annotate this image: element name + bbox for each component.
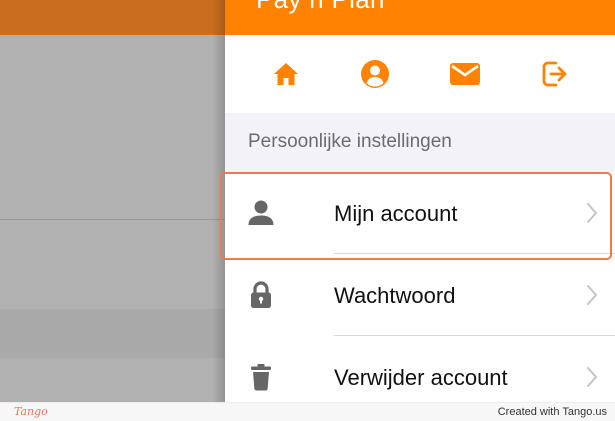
background-header-bar [0, 0, 225, 35]
logout-button[interactable] [537, 57, 571, 91]
settings-panel: Pay n Plan Perso [225, 0, 615, 402]
home-button[interactable] [269, 57, 303, 91]
list-item-label: Mijn account [334, 201, 458, 226]
person-icon [246, 198, 276, 228]
logout-icon [542, 61, 567, 87]
icon-bar [225, 35, 615, 113]
chevron-right-icon [587, 203, 597, 223]
background-divider [0, 219, 225, 220]
section-title: Persoonlijke instellingen [248, 131, 452, 152]
list-item-mijn-account[interactable]: Mijn account [225, 172, 615, 254]
list-item-label: Verwijder account [334, 365, 508, 390]
panel-shadow [212, 0, 226, 402]
profile-button[interactable] [358, 57, 392, 91]
tango-logo: Tango [14, 405, 48, 418]
chevron-right-icon [587, 367, 597, 387]
settings-list: Mijn account Wachtwoord Verwijder accoun… [225, 172, 615, 402]
chevron-right-icon [587, 285, 597, 305]
account-circle-icon [361, 60, 389, 88]
home-icon [274, 63, 298, 85]
app-title: Pay n Plan [256, 0, 385, 15]
panel-header: Pay n Plan [225, 0, 615, 35]
tango-footer: Tango Created with Tango.us [0, 402, 615, 421]
lock-icon [246, 280, 276, 310]
list-item-verwijder-account[interactable]: Verwijder account [225, 336, 615, 402]
messages-button[interactable] [448, 57, 482, 91]
trash-icon [246, 362, 276, 392]
list-item-wachtwoord[interactable]: Wachtwoord [225, 254, 615, 336]
list-item-label: Wachtwoord [334, 283, 456, 308]
tango-credit: Created with Tango.us [497, 406, 607, 418]
background-band [0, 309, 225, 358]
mail-icon [450, 63, 480, 85]
dimmed-background-app [0, 0, 225, 402]
